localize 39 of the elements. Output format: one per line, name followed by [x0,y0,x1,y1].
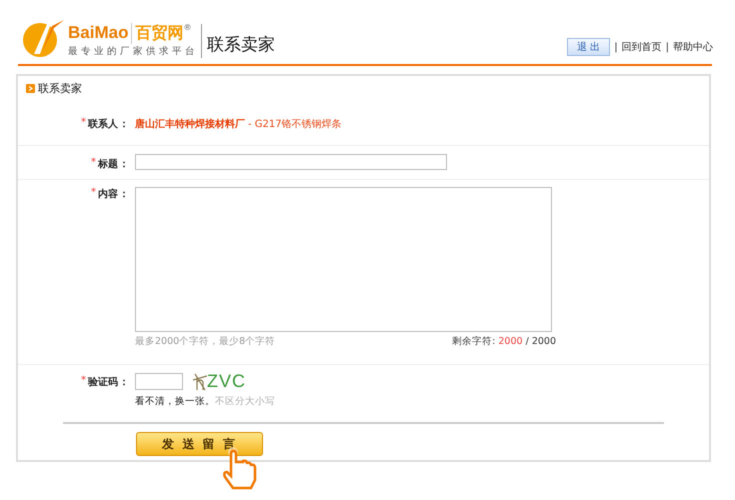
page-title: 联系卖家 [207,34,275,56]
max-count: 2000 [532,336,556,347]
field-label: 联系人 [88,118,118,131]
case-note: 不区分大小写 [215,396,275,407]
logo-slogan: 最专业的厂家供求平台 [68,45,198,58]
length-hint: 最多2000个字符，最少8个字符 [135,335,276,348]
company-name: 唐山汇丰特种焊接材料厂 [135,117,245,131]
captcha-image: ZVC [193,371,246,392]
required-mark: * [81,117,86,128]
required-mark: * [81,375,86,386]
label-colon: ： [119,118,129,131]
refresh-captcha-link[interactable]: 看不清，换一张。 [135,396,215,407]
required-mark: * [91,187,96,198]
label-colon: ： [119,158,129,171]
send-message-button[interactable]: 发 送 留 言 [136,432,263,456]
link-separator: | [614,42,618,52]
section-title: 联系卖家 [38,81,82,96]
header-link[interactable]: 回到首页 [622,40,662,54]
label-colon: ： [119,376,129,389]
required-mark: * [91,157,96,168]
logo-chinese-name: 百贸网 [131,23,184,44]
label-colon: ： [119,188,129,201]
product-name: - G217铬不锈钢焊条 [248,118,342,131]
logo-icon [20,18,66,58]
captcha-field[interactable] [135,373,183,390]
field-label: 内容 [98,187,118,201]
field-label: 验证码 [88,376,118,389]
logout-button[interactable]: 退 出 [567,38,610,56]
section-bullet-icon [26,84,35,93]
link-separator: | [666,42,669,52]
count-slash: / [526,336,529,347]
subject-field[interactable] [135,154,447,170]
registered-mark: ® [183,23,192,32]
content-field[interactable] [135,187,552,332]
field-label: 标题 [98,158,118,171]
remaining-count: 2000 [498,336,523,347]
logo-wordmark: BaiMao [68,23,128,43]
remaining-label: 剩余字符: [452,336,496,347]
header-link[interactable]: 帮助中心 [673,40,713,54]
